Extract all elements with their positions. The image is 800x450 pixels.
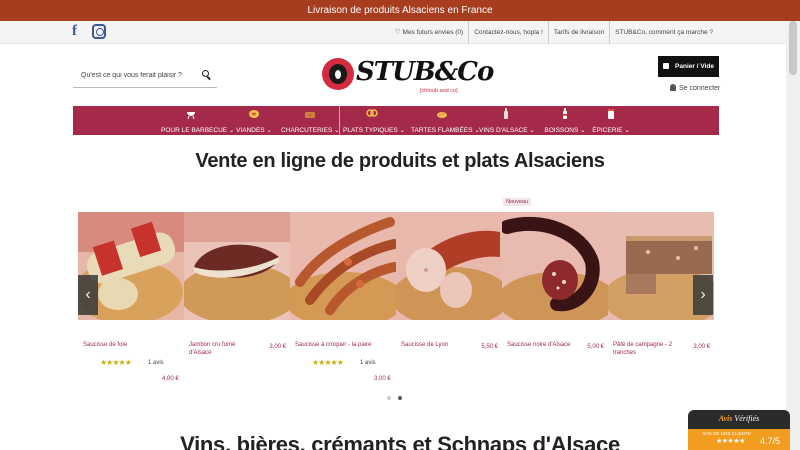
product-name[interactable]: Saucisse noire d'Alsace: [507, 341, 571, 349]
site-logo[interactable]: STUB&Co [chtoub and co]: [320, 54, 494, 98]
instagram-icon[interactable]: [92, 24, 106, 39]
login-link[interactable]: Se connecter: [670, 84, 720, 92]
product-price: 3,00 €: [693, 344, 710, 350]
user-icon: [670, 84, 676, 91]
search-input[interactable]: [73, 63, 193, 87]
page-heading: Vente en ligne de produits et plats Alsa…: [195, 150, 605, 172]
nav-label: BOISSONS ⌄: [544, 127, 586, 134]
bottle-icon: [563, 108, 567, 119]
nav-item-tartes-flambees[interactable]: TARTES FLAMBÉES ⌄: [411, 106, 480, 135]
product-name[interactable]: Jambon cru fumé d'Alsace: [189, 341, 253, 357]
meat-icon: [249, 110, 259, 118]
verified-reviews-widget[interactable]: Avis Vérifiés AVIS DE NOS CLIENTS ★★★★★ …: [688, 410, 790, 450]
product-price: 4,00 €: [162, 376, 179, 382]
product-price: 5,50 €: [481, 344, 498, 350]
carousel-dot[interactable]: [387, 396, 391, 400]
product-carousel: [78, 212, 714, 320]
verified-stars: ★★★★★: [716, 438, 745, 445]
nav-label: VIANDES ⌄: [236, 127, 272, 134]
nav-label: POUR LE BARBECUE ⌄: [161, 127, 235, 134]
verified-rating-strip: AVIS DE NOS CLIENTS ★★★★★ 4.7/5: [688, 429, 790, 450]
cart-label: Panier / Vide: [675, 63, 714, 70]
product-image-saucisse-noire[interactable]: [502, 212, 608, 320]
nav-item-boissons[interactable]: BOISSONS ⌄: [541, 106, 589, 135]
how-it-works-link[interactable]: STUB&Co, comment ça marche ?: [609, 21, 718, 44]
product-card[interactable]: Saucisse à croquer - la paire ★★★★★ 1 av…: [290, 340, 396, 390]
logo-mark: [322, 58, 354, 90]
review-count: 1 avis: [148, 360, 164, 366]
product-price: 5,00 €: [587, 344, 604, 350]
contact-link[interactable]: Contactez-nous, hopla !: [468, 21, 548, 44]
section-heading: Vins, bières, crémants et Schnaps d'Alsa…: [180, 432, 620, 450]
shipping-rates-link[interactable]: Tarifs de livraison: [547, 21, 609, 44]
wishlist-link[interactable]: ♡ Mes futurs envies (0): [390, 21, 468, 44]
product-image-saucisse-de-lyon[interactable]: [396, 212, 502, 320]
main-navigation: POUR LE BARBECUE ⌄ VIANDES ⌄ CHARCUTERIE…: [73, 106, 719, 135]
facebook-icon[interactable]: f: [72, 24, 86, 39]
product-card[interactable]: Pâté de campagne - 2 tranches 3,00 €: [608, 340, 714, 390]
product-price: 3,00 €: [374, 376, 391, 382]
nav-label: VINS D'ALSACE ⌄: [479, 127, 535, 134]
scrollbar-thumb[interactable]: [789, 21, 797, 75]
nav-item-vins[interactable]: VINS D'ALSACE ⌄: [479, 106, 535, 135]
product-card[interactable]: Saucisse de Lyon 5,50 €: [396, 340, 502, 390]
promo-banner: Livraison de produits Alsaciens en Franc…: [0, 0, 800, 21]
logo-text: STUB&Co: [356, 57, 494, 87]
rating-stars: ★★★★★: [100, 358, 132, 367]
cart-button[interactable]: Panier / Vide: [658, 56, 719, 77]
wine-bottle-icon: [504, 108, 508, 119]
grill-icon: [187, 112, 195, 119]
product-price: 3,00 €: [269, 344, 286, 350]
product-image-jambon-cru[interactable]: [184, 212, 290, 320]
verified-title: Avis Vérifiés: [718, 414, 760, 423]
nav-label: ÉPICERIE ⌄: [592, 127, 630, 134]
product-card[interactable]: Jambon cru fumé d'Alsace 3,00 €: [184, 340, 290, 390]
tarte-flambee-icon: [437, 112, 447, 118]
cutting-board-icon: [305, 112, 315, 118]
product-name[interactable]: Saucisse à croquer - la paire: [295, 341, 371, 349]
product-card[interactable]: Saucisse noire d'Alsace 5,00 €: [502, 340, 608, 390]
logo-tagline: [chtoub and co]: [420, 88, 458, 94]
product-name[interactable]: Saucisse de Lyon: [401, 341, 448, 349]
verified-subtitle: AVIS DE NOS CLIENTS: [702, 431, 751, 436]
nav-item-charcuteries[interactable]: CHARCUTERIES ⌄: [281, 106, 340, 135]
product-name[interactable]: Pâté de campagne - 2 tranches: [613, 341, 683, 357]
nav-label: PLATS TYPIQUES ⌄: [343, 127, 405, 134]
carousel-pagination: [387, 396, 402, 400]
search-icon[interactable]: [202, 70, 209, 77]
nav-item-epicerie[interactable]: ÉPICERIE ⌄: [591, 106, 631, 135]
jar-icon: [608, 109, 614, 119]
social-links: f: [72, 24, 106, 39]
rating-stars: ★★★★★: [312, 358, 344, 367]
verified-score: 4.7/5: [760, 436, 781, 446]
shopping-bag-icon: [663, 63, 670, 69]
pretzel-icon: [366, 109, 378, 117]
page-scrollbar[interactable]: [786, 21, 800, 450]
utility-links: ♡ Mes futurs envies (0) Contactez-nous, …: [390, 21, 718, 44]
nav-item-barbecue[interactable]: POUR LE BARBECUE ⌄: [161, 106, 235, 135]
nav-item-viandes[interactable]: VIANDES ⌄: [229, 106, 279, 135]
nav-divider: [339, 106, 340, 135]
product-image-saucisse-a-croquer[interactable]: [290, 212, 396, 320]
utility-bar: f ♡ Mes futurs envies (0) Contactez-nous…: [0, 21, 786, 44]
search-box: [73, 63, 217, 88]
nav-label: CHARCUTERIES ⌄: [281, 127, 340, 134]
product-card[interactable]: Saucisse de foie ★★★★★ 1 avis 4,00 €: [78, 340, 184, 390]
new-badge: Nouveau: [503, 198, 532, 206]
login-label: Se connecter: [679, 85, 721, 92]
carousel-prev-button[interactable]: ‹: [78, 275, 98, 315]
nav-label: TARTES FLAMBÉES ⌄: [411, 127, 480, 134]
review-count: 1 avis: [360, 360, 376, 366]
carousel-dot-active[interactable]: [398, 396, 402, 400]
carousel-next-button[interactable]: ›: [693, 275, 713, 315]
product-name[interactable]: Saucisse de foie: [83, 341, 127, 349]
promo-text: Livraison de produits Alsaciens en Franc…: [307, 5, 493, 16]
nav-item-plats-typiques[interactable]: PLATS TYPIQUES ⌄: [343, 106, 405, 135]
